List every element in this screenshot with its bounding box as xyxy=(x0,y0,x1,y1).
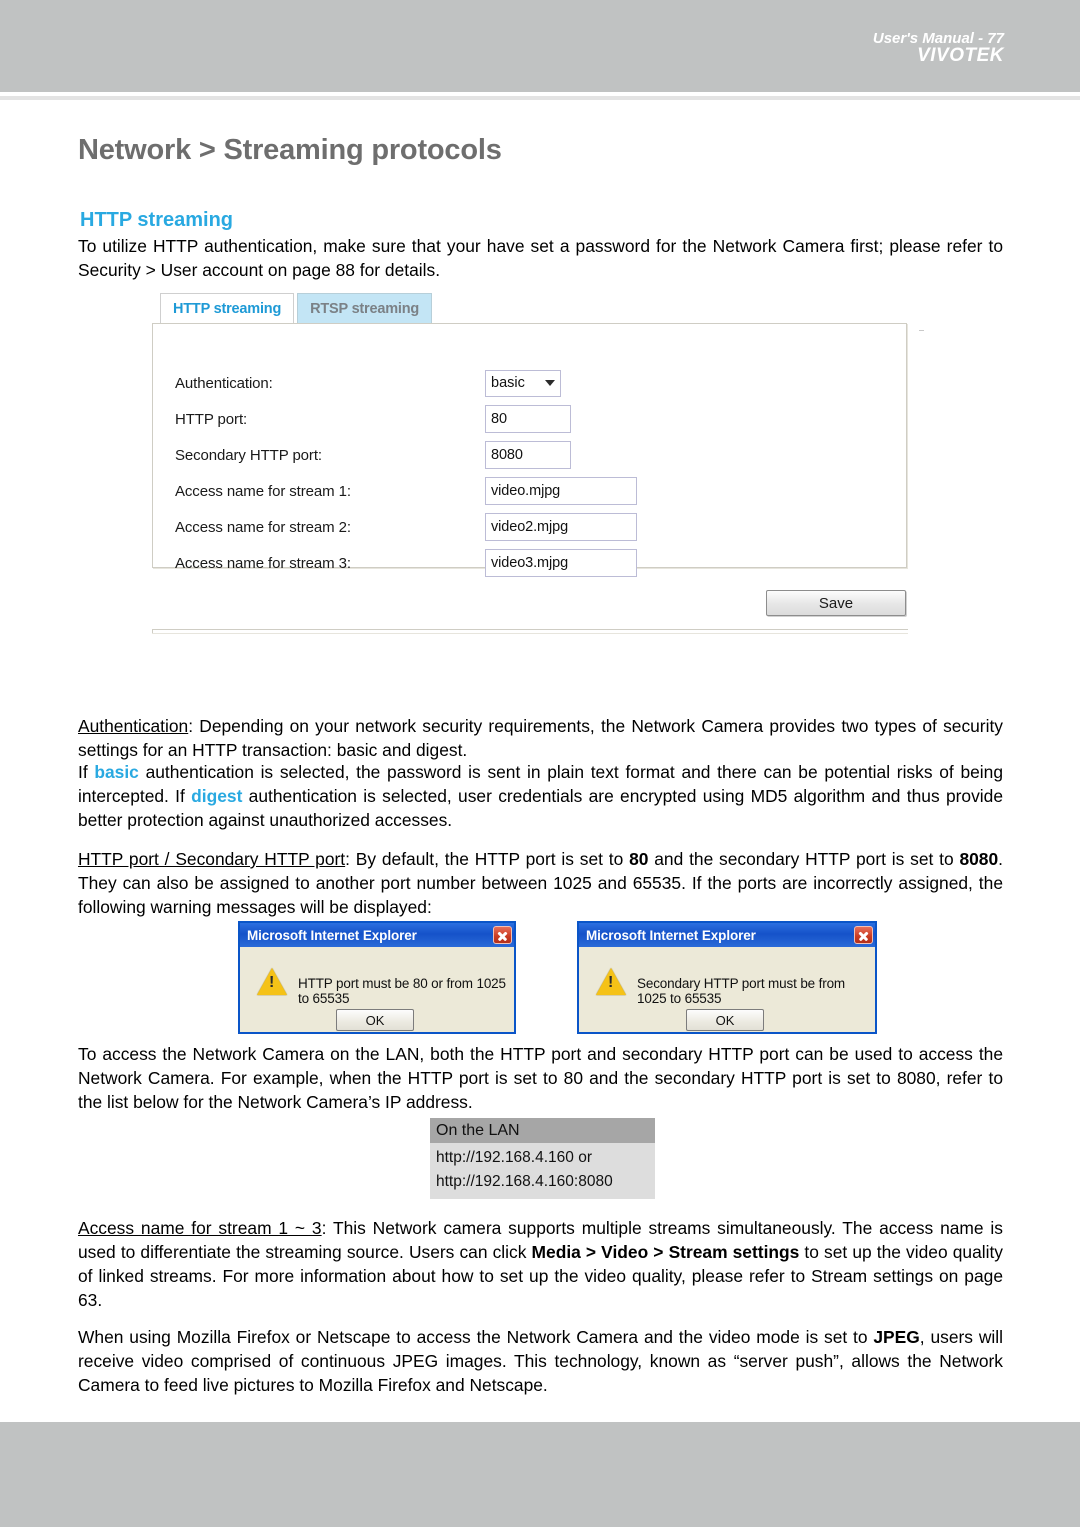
tab-rtsp-streaming-label: RTSP streaming xyxy=(310,301,420,317)
section-heading-http-streaming: HTTP streaming xyxy=(80,209,233,231)
field-row-access-name-stream-3: Access name for stream 3: video3.mjpg xyxy=(175,549,637,577)
ok-button[interactable]: OK xyxy=(686,1009,764,1031)
access-name-stream-2-value: video2.mjpg xyxy=(491,519,569,535)
lan-table-header: On the LAN xyxy=(430,1118,655,1143)
http-port-paragraph: HTTP port / Secondary HTTP port: By defa… xyxy=(78,847,1003,919)
settings-panel-screenshot: HTTP streaming RTSP streaming Authentica… xyxy=(152,293,924,633)
access-name-term: Access name for stream 1 ~ 3 xyxy=(78,1218,322,1238)
tab-bar: HTTP streaming RTSP streaming xyxy=(160,293,433,324)
ie-dialog-title-bar: Microsoft Internet Explorer xyxy=(240,923,514,947)
secondary-http-port-input[interactable]: 8080 xyxy=(485,441,571,469)
secondary-http-port-value: 8080 xyxy=(491,447,523,463)
access-name-stream-3-value: video3.mjpg xyxy=(491,555,569,571)
field-row-access-name-stream-2: Access name for stream 2: video2.mjpg xyxy=(175,513,637,541)
lan-url-primary: http://192.168.4.160 or xyxy=(436,1149,592,1166)
settings-form-panel: Authentication: basic HTTP port: 80 Seco… xyxy=(152,323,907,577)
field-row-http-port: HTTP port: 80 xyxy=(175,405,571,433)
field-row-authentication: Authentication: basic xyxy=(175,369,561,397)
http-port-label: HTTP port: xyxy=(175,410,248,428)
ie-dialog-title: Microsoft Internet Explorer xyxy=(586,927,756,943)
ok-button-label: OK xyxy=(365,1012,385,1028)
lan-url-secondary: http://192.168.4.160:8080 xyxy=(436,1173,613,1190)
intro-paragraph: To utilize HTTP authentication, make sur… xyxy=(78,236,1003,280)
access-name-stream-2-input[interactable]: video2.mjpg xyxy=(485,513,637,541)
http-port-text-2: and the secondary HTTP port is set to xyxy=(648,849,960,869)
authentication-term: Authentication xyxy=(78,716,189,736)
firefox-netscape-paragraph: When using Mozilla Firefox or Netscape t… xyxy=(78,1325,1003,1397)
ie-dialog-secondary-http-port: Microsoft Internet Explorer Secondary HT… xyxy=(577,921,877,1034)
warning-icon xyxy=(596,968,626,995)
save-button[interactable]: Save xyxy=(766,590,906,616)
access-name-stream-3-label: Access name for stream 3: xyxy=(175,554,351,572)
lan-access-paragraph: To access the Network Camera on the LAN,… xyxy=(78,1044,1003,1112)
footer-page-label: User's Manual - 77 xyxy=(872,30,1004,47)
lan-table-body: http://192.168.4.160 or http://192.168.4… xyxy=(430,1143,655,1199)
http-port-input[interactable]: 80 xyxy=(485,405,571,433)
authentication-paragraph: Authentication: Depending on your networ… xyxy=(78,714,1003,762)
basic-keyword: basic xyxy=(94,762,139,782)
save-button-label: Save xyxy=(818,594,854,612)
tab-rtsp-streaming[interactable]: RTSP streaming xyxy=(297,293,433,324)
http-port-term: HTTP port / Secondary HTTP port xyxy=(78,849,346,869)
secondary-http-port-default-value: 8080 xyxy=(959,849,999,869)
auth-modes-text-1: If xyxy=(78,762,95,782)
secondary-http-port-label: Secondary HTTP port: xyxy=(175,446,322,464)
close-icon[interactable] xyxy=(493,926,512,944)
media-video-stream-settings-path: Media > Video > Stream settings xyxy=(531,1242,800,1262)
field-row-access-name-stream-1: Access name for stream 1: video.mjpg xyxy=(175,477,637,505)
field-row-secondary-http-port: Secondary HTTP port: 8080 xyxy=(175,441,571,469)
panel-corner-tick xyxy=(919,330,924,331)
page-title: Network > Streaming protocols xyxy=(78,134,502,166)
ie-dialog-message: Secondary HTTP port must be from 1025 to… xyxy=(637,976,846,1006)
access-name-stream-1-input[interactable]: video.mjpg xyxy=(485,477,637,505)
authentication-value: basic xyxy=(491,375,525,391)
header-divider xyxy=(0,96,1080,100)
http-port-default-value: 80 xyxy=(629,849,649,869)
access-name-stream-1-value: video.mjpg xyxy=(491,483,561,499)
tab-http-streaming-label: HTTP streaming xyxy=(173,301,282,317)
digest-keyword: digest xyxy=(191,786,243,806)
http-port-value: 80 xyxy=(491,411,507,427)
jpeg-keyword: JPEG xyxy=(873,1327,920,1347)
close-icon[interactable] xyxy=(854,926,873,944)
access-name-paragraph: Access name for stream 1 ~ 3: This Netwo… xyxy=(78,1216,1003,1312)
access-name-stream-2-label: Access name for stream 2: xyxy=(175,518,351,536)
authentication-select[interactable]: basic xyxy=(485,369,561,397)
panel-bottom-divider xyxy=(152,629,908,633)
firefox-text-1: When using Mozilla Firefox or Netscape t… xyxy=(78,1327,874,1347)
warning-icon xyxy=(257,968,287,995)
authentication-modes-paragraph: If basic authentication is selected, the… xyxy=(78,760,1003,832)
ie-dialog-title: Microsoft Internet Explorer xyxy=(247,927,417,943)
ie-dialog-message: HTTP port must be 80 or from 1025 to 655… xyxy=(298,976,506,1006)
ie-dialog-body: Secondary HTTP port must be from 1025 to… xyxy=(579,947,875,1032)
ie-dialog-title-bar: Microsoft Internet Explorer xyxy=(579,923,875,947)
ie-dialog-body: HTTP port must be 80 or from 1025 to 655… xyxy=(240,947,514,1032)
authentication-description: : Depending on your network security req… xyxy=(78,716,1003,760)
access-name-stream-1-label: Access name for stream 1: xyxy=(175,482,351,500)
ie-dialog-http-port: Microsoft Internet Explorer HTTP port mu… xyxy=(238,921,516,1034)
access-name-stream-3-input[interactable]: video3.mjpg xyxy=(485,549,637,577)
vivotek-logo: VIVOTEK xyxy=(917,45,1004,66)
http-port-text-1: : By default, the HTTP port is set to xyxy=(345,849,630,869)
ok-button[interactable]: OK xyxy=(336,1009,414,1031)
page-footer-bar xyxy=(0,1422,1080,1527)
chevron-down-icon xyxy=(545,380,555,386)
lan-address-table: On the LAN http://192.168.4.160 or http:… xyxy=(430,1118,655,1199)
authentication-label: Authentication: xyxy=(175,374,273,392)
tab-http-streaming[interactable]: HTTP streaming xyxy=(160,293,295,324)
ok-button-label: OK xyxy=(715,1012,735,1028)
